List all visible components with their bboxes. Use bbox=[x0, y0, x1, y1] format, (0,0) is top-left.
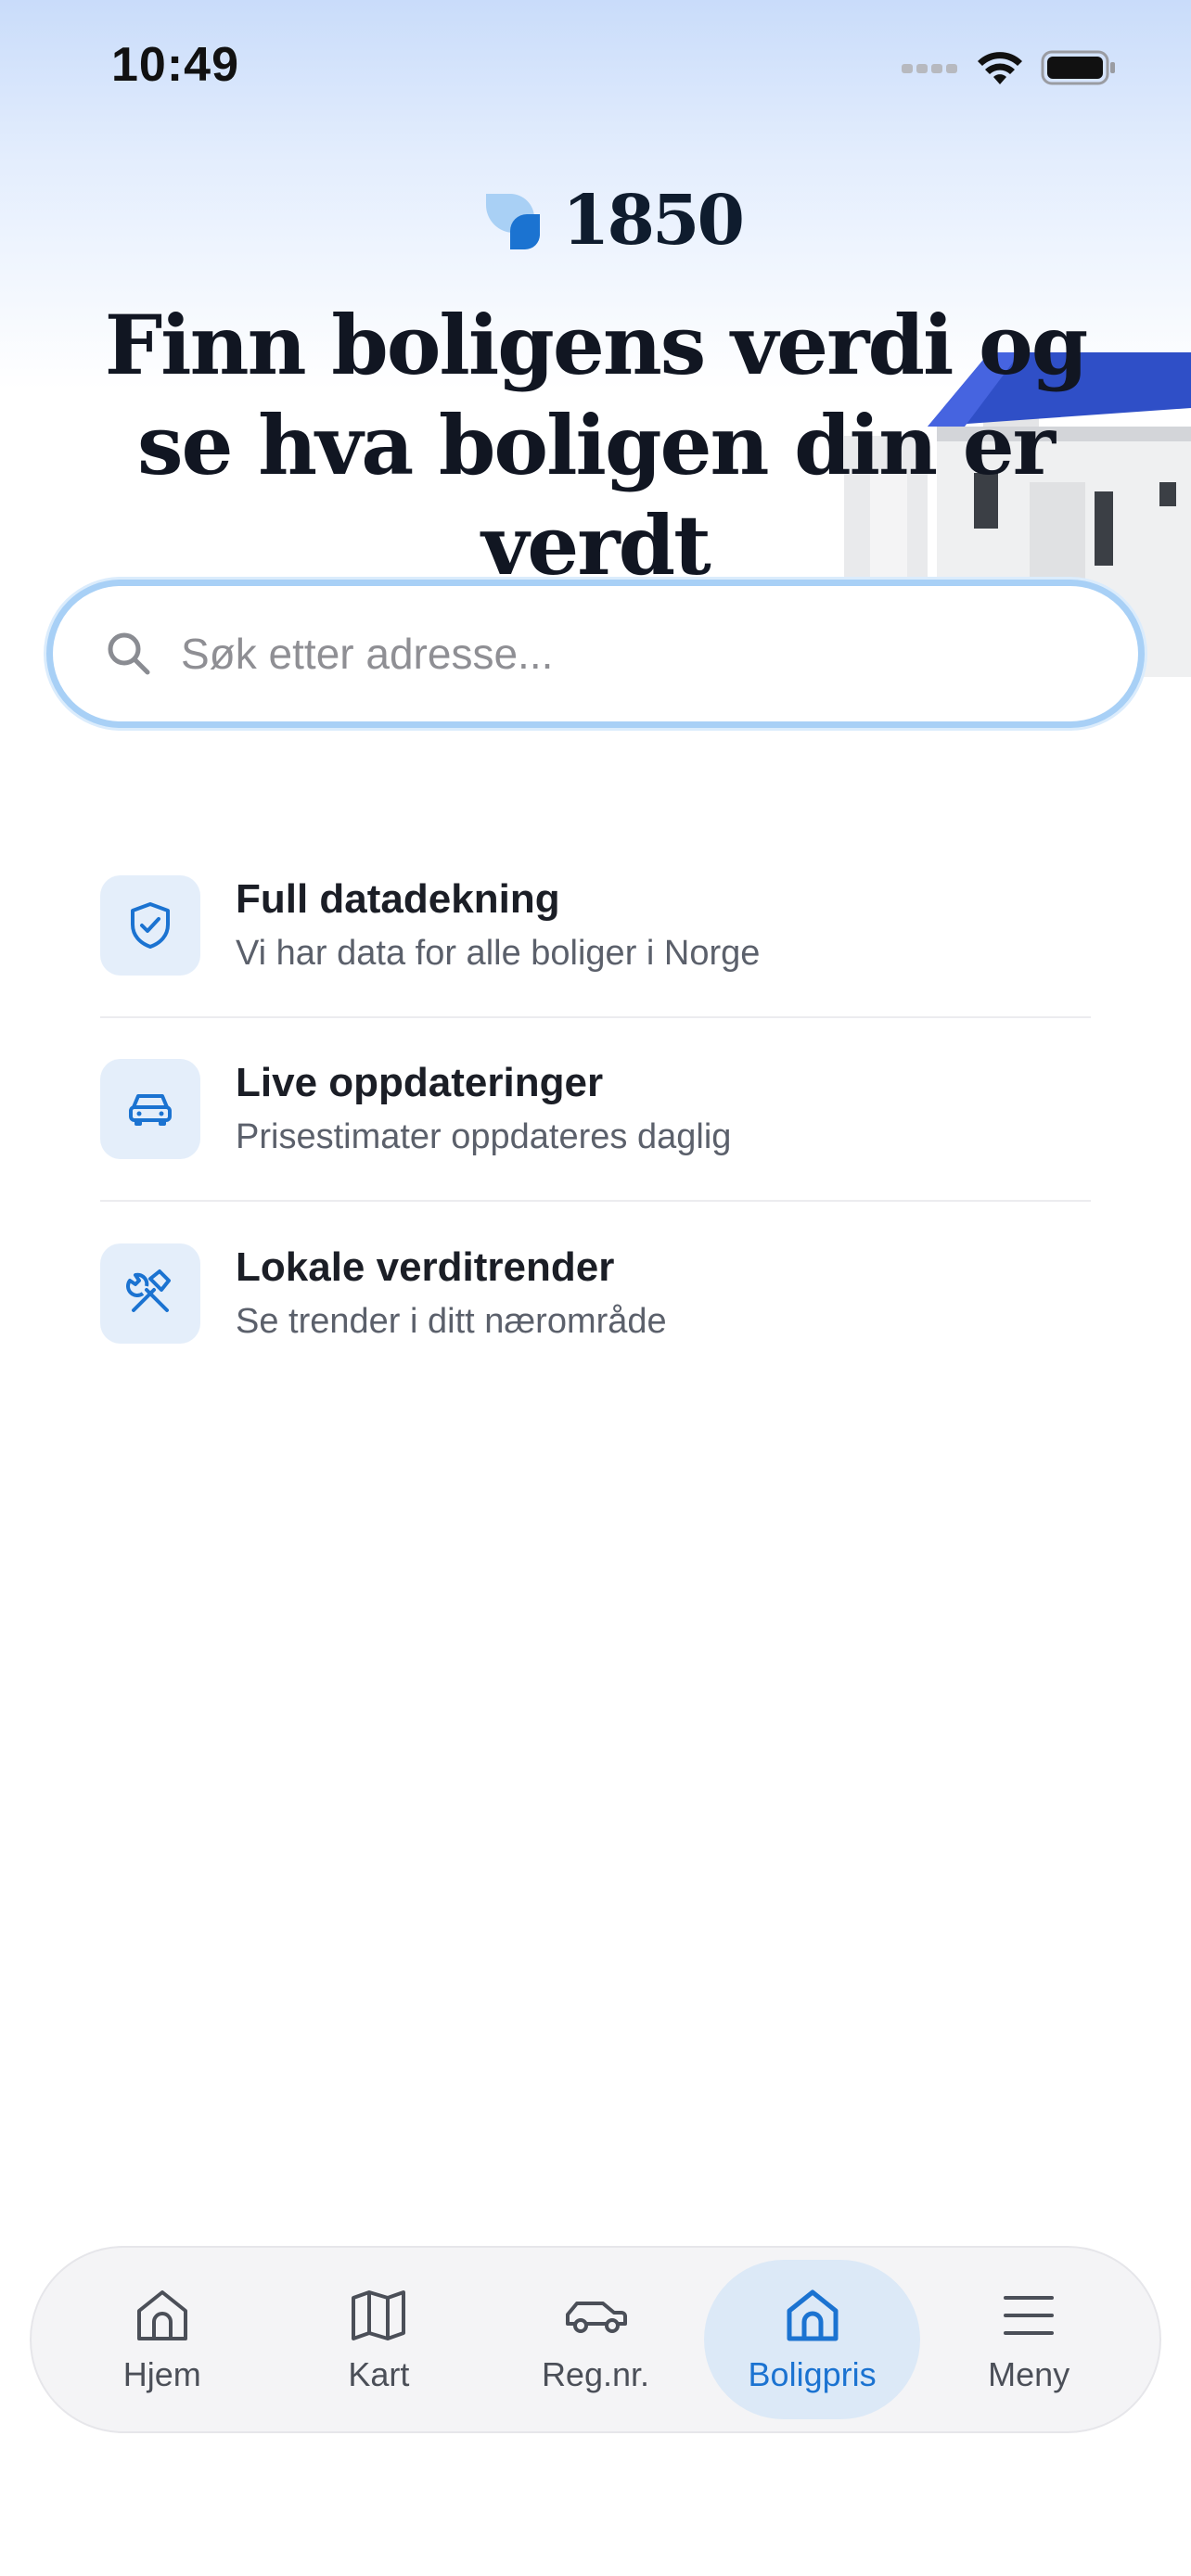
tab-kart[interactable]: Kart bbox=[271, 2260, 488, 2419]
home-icon bbox=[136, 2290, 187, 2340]
tab-meny[interactable]: Meny bbox=[920, 2260, 1137, 2419]
feature-title: Lokale verditrender bbox=[236, 1244, 615, 1290]
menu-icon bbox=[1004, 2296, 1055, 2335]
tab-label: Boligpris bbox=[748, 2355, 877, 2393]
feature-subtitle: Prisestimater oppdateres daglig bbox=[236, 1117, 732, 1156]
tab-boligpris[interactable]: Boligpris bbox=[703, 2260, 921, 2419]
status-icons bbox=[902, 45, 1117, 91]
car-icon bbox=[100, 1059, 200, 1159]
logo-text: 1850 bbox=[562, 181, 745, 261]
tab-bar: Hjem Kart Reg.nr. Boligpris Meny bbox=[30, 2246, 1161, 2433]
feature-title: Full datadekning bbox=[236, 876, 560, 922]
status-time: 10:49 bbox=[111, 38, 239, 92]
car-icon bbox=[565, 2302, 627, 2333]
feature-list: Full datadekning Vi har data for alle bo… bbox=[100, 835, 1091, 1385]
map-icon bbox=[352, 2290, 406, 2340]
shield-check-icon bbox=[100, 875, 200, 976]
feature-title: Live oppdateringer bbox=[236, 1060, 604, 1105]
feature-subtitle: Se trender i ditt nærområde bbox=[236, 1302, 667, 1341]
feature-item: Lokale verditrender Se trender i ditt næ… bbox=[100, 1202, 1091, 1385]
logo-mark-icon bbox=[486, 194, 540, 249]
tab-regnr[interactable]: Reg.nr. bbox=[487, 2260, 704, 2419]
tab-label: Reg.nr. bbox=[541, 2355, 650, 2393]
signal-icon bbox=[902, 64, 957, 73]
feature-subtitle: Vi har data for alle boliger i Norge bbox=[236, 934, 761, 973]
tab-label: Kart bbox=[348, 2355, 410, 2393]
page-title: Finn boligens verdi og se hva boligen di… bbox=[104, 297, 1089, 593]
brand-logo: 1850 bbox=[482, 181, 745, 261]
feature-text: Lokale verditrender Se trender i ditt næ… bbox=[236, 1242, 667, 1345]
tab-label: Meny bbox=[988, 2355, 1070, 2393]
house-icon bbox=[787, 2289, 839, 2341]
tools-icon bbox=[100, 1243, 200, 1344]
search-icon bbox=[108, 632, 150, 675]
feature-text: Live oppdateringer Prisestimater oppdate… bbox=[236, 1057, 731, 1161]
search-input[interactable] bbox=[181, 629, 1016, 679]
feature-item: Live oppdateringer Prisestimater oppdate… bbox=[100, 1018, 1091, 1202]
tab-label: Hjem bbox=[122, 2355, 201, 2393]
tab-hjem[interactable]: Hjem bbox=[54, 2260, 271, 2419]
battery-icon bbox=[1041, 50, 1115, 85]
feature-item: Full datadekning Vi har data for alle bo… bbox=[100, 835, 1091, 1018]
feature-text: Full datadekning Vi har data for alle bo… bbox=[236, 874, 760, 977]
wifi-icon bbox=[978, 52, 1022, 84]
search-bar[interactable] bbox=[46, 580, 1145, 728]
